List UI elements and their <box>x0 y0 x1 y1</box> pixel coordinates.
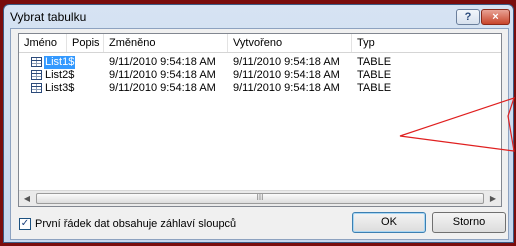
check-icon: ✓ <box>20 218 30 229</box>
annotation-arrow-icon <box>399 97 515 152</box>
row-type: TABLE <box>357 56 392 68</box>
checkbox-box[interactable]: ✓ <box>19 218 31 230</box>
row-modified: 9/11/2010 9:54:18 AM <box>109 56 216 68</box>
close-icon: × <box>492 11 499 23</box>
row-type: TABLE <box>357 69 392 81</box>
scroll-thumb[interactable]: III <box>36 193 484 204</box>
column-created[interactable]: Vytvořeno <box>228 34 352 52</box>
help-button[interactable]: ? <box>456 9 480 25</box>
column-type[interactable]: Typ <box>352 34 501 52</box>
grip-icon: III <box>256 193 264 202</box>
ok-button[interactable]: OK <box>352 212 426 233</box>
row-type: TABLE <box>357 82 392 94</box>
scroll-right-icon[interactable]: ▶ <box>485 191 501 206</box>
row-created: 9/11/2010 9:54:18 AM <box>233 82 340 94</box>
table-row[interactable]: List3$ 9/11/2010 9:54:18 AM 9/11/2010 9:… <box>19 82 501 95</box>
column-description[interactable]: Popis <box>67 34 104 52</box>
checkbox-label[interactable]: První řádek dat obsahuje záhlaví sloupců <box>35 218 236 230</box>
table-icon <box>31 83 42 93</box>
row-created: 9/11/2010 9:54:18 AM <box>233 69 340 81</box>
close-button[interactable]: × <box>481 9 510 25</box>
help-icon: ? <box>464 11 472 23</box>
header-row-checkbox[interactable]: ✓ První řádek dat obsahuje záhlaví sloup… <box>19 217 236 231</box>
row-name: List3$ <box>45 82 75 94</box>
table-icon <box>31 70 42 80</box>
row-created: 9/11/2010 9:54:18 AM <box>233 56 340 68</box>
scroll-left-icon[interactable]: ◀ <box>19 191 35 206</box>
table-row[interactable]: List1$ 9/11/2010 9:54:18 AM 9/11/2010 9:… <box>19 56 501 69</box>
table-row[interactable]: List2$ 9/11/2010 9:54:18 AM 9/11/2010 9:… <box>19 69 501 82</box>
cancel-button[interactable]: Storno <box>432 212 506 233</box>
row-name: List1$ <box>44 56 76 69</box>
table-icon <box>31 57 42 67</box>
row-name: List2$ <box>45 69 75 81</box>
horizontal-scrollbar[interactable]: ◀ III ▶ <box>19 190 501 206</box>
column-modified[interactable]: Změněno <box>104 34 228 52</box>
dialog-title: Vybrat tabulku <box>10 10 87 24</box>
row-modified: 9/11/2010 9:54:18 AM <box>109 69 216 81</box>
column-header: Jméno Popis Změněno Vytvořeno Typ <box>19 34 501 53</box>
row-modified: 9/11/2010 9:54:18 AM <box>109 82 216 94</box>
column-name[interactable]: Jméno <box>19 34 67 52</box>
